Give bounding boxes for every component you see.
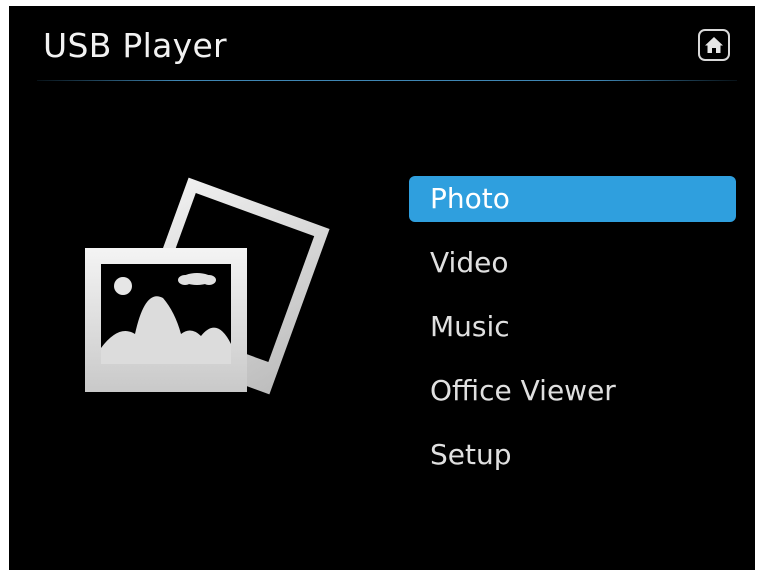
menu-item-label: Video: [430, 246, 509, 279]
photo-stack-icon: [79, 176, 339, 396]
menu-item-office-viewer[interactable]: Office Viewer: [409, 368, 736, 414]
usb-player-screen: USB Player Photo Video Music Office View…: [9, 6, 755, 570]
menu-item-label: Music: [430, 310, 510, 343]
menu-item-photo[interactable]: Photo: [409, 176, 736, 222]
home-icon: [705, 37, 723, 53]
menu-item-music[interactable]: Music: [409, 304, 736, 350]
main-menu: Photo Video Music Office Viewer Setup: [409, 176, 736, 496]
home-button[interactable]: [698, 29, 730, 61]
header-divider: [37, 80, 737, 81]
menu-item-label: Photo: [430, 182, 510, 215]
menu-item-video[interactable]: Video: [409, 240, 736, 286]
menu-item-setup[interactable]: Setup: [409, 432, 736, 478]
menu-item-label: Office Viewer: [430, 374, 616, 407]
menu-item-label: Setup: [430, 438, 512, 471]
app-title: USB Player: [43, 26, 227, 65]
